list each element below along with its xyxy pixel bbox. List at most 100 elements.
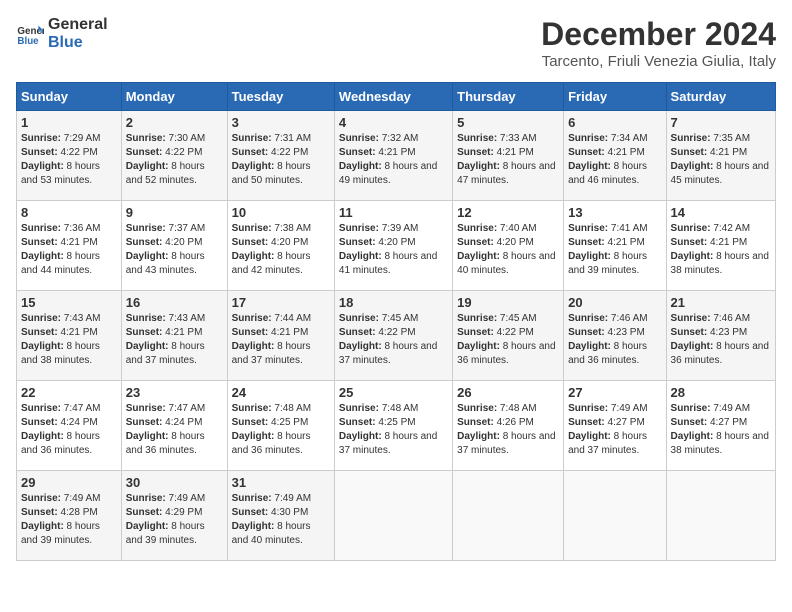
day-number: 27: [568, 385, 661, 400]
header-wednesday: Wednesday: [334, 83, 452, 111]
calendar-cell: [666, 471, 775, 561]
calendar-cell: 29 Sunrise: 7:49 AM Sunset: 4:28 PM Dayl…: [17, 471, 122, 561]
day-number: 3: [232, 115, 330, 130]
calendar-cell: 6 Sunrise: 7:34 AM Sunset: 4:21 PM Dayli…: [564, 111, 666, 201]
calendar-cell: 20 Sunrise: 7:46 AM Sunset: 4:23 PM Dayl…: [564, 291, 666, 381]
day-info: Sunrise: 7:30 AM Sunset: 4:22 PM Dayligh…: [126, 133, 205, 186]
day-number: 14: [671, 205, 771, 220]
calendar-cell: 18 Sunrise: 7:45 AM Sunset: 4:22 PM Dayl…: [334, 291, 452, 381]
day-info: Sunrise: 7:49 AM Sunset: 4:28 PM Dayligh…: [21, 493, 100, 546]
day-number: 31: [232, 475, 330, 490]
calendar-week-3: 15 Sunrise: 7:43 AM Sunset: 4:21 PM Dayl…: [17, 291, 776, 381]
day-number: 22: [21, 385, 117, 400]
calendar-cell: 10 Sunrise: 7:38 AM Sunset: 4:20 PM Dayl…: [227, 201, 334, 291]
day-info: Sunrise: 7:34 AM Sunset: 4:21 PM Dayligh…: [568, 133, 647, 186]
calendar-cell: 15 Sunrise: 7:43 AM Sunset: 4:21 PM Dayl…: [17, 291, 122, 381]
page-subtitle: Tarcento, Friuli Venezia Giulia, Italy: [541, 53, 776, 70]
calendar-cell: 2 Sunrise: 7:30 AM Sunset: 4:22 PM Dayli…: [121, 111, 227, 201]
logo-line2: Blue: [48, 34, 108, 52]
day-number: 8: [21, 205, 117, 220]
calendar-cell: [453, 471, 564, 561]
day-info: Sunrise: 7:40 AM Sunset: 4:20 PM Dayligh…: [457, 223, 555, 276]
day-info: Sunrise: 7:38 AM Sunset: 4:20 PM Dayligh…: [232, 223, 311, 276]
header-saturday: Saturday: [666, 83, 775, 111]
day-info: Sunrise: 7:39 AM Sunset: 4:20 PM Dayligh…: [339, 223, 437, 276]
day-info: Sunrise: 7:49 AM Sunset: 4:30 PM Dayligh…: [232, 493, 311, 546]
calendar-cell: 30 Sunrise: 7:49 AM Sunset: 4:29 PM Dayl…: [121, 471, 227, 561]
calendar-cell: 26 Sunrise: 7:48 AM Sunset: 4:26 PM Dayl…: [453, 381, 564, 471]
day-number: 15: [21, 295, 117, 310]
title-section: December 2024 Tarcento, Friuli Venezia G…: [541, 16, 776, 70]
day-info: Sunrise: 7:48 AM Sunset: 4:25 PM Dayligh…: [339, 403, 437, 456]
calendar-cell: 28 Sunrise: 7:49 AM Sunset: 4:27 PM Dayl…: [666, 381, 775, 471]
calendar-cell: 14 Sunrise: 7:42 AM Sunset: 4:21 PM Dayl…: [666, 201, 775, 291]
calendar-cell: 12 Sunrise: 7:40 AM Sunset: 4:20 PM Dayl…: [453, 201, 564, 291]
day-number: 12: [457, 205, 559, 220]
day-number: 7: [671, 115, 771, 130]
day-number: 5: [457, 115, 559, 130]
calendar-cell: 13 Sunrise: 7:41 AM Sunset: 4:21 PM Dayl…: [564, 201, 666, 291]
day-info: Sunrise: 7:36 AM Sunset: 4:21 PM Dayligh…: [21, 223, 100, 276]
logo-icon: General Blue: [16, 20, 44, 48]
calendar-cell: 31 Sunrise: 7:49 AM Sunset: 4:30 PM Dayl…: [227, 471, 334, 561]
day-info: Sunrise: 7:48 AM Sunset: 4:26 PM Dayligh…: [457, 403, 555, 456]
day-number: 1: [21, 115, 117, 130]
day-info: Sunrise: 7:49 AM Sunset: 4:27 PM Dayligh…: [568, 403, 647, 456]
calendar-cell: 1 Sunrise: 7:29 AM Sunset: 4:22 PM Dayli…: [17, 111, 122, 201]
page-header: General Blue General Blue December 2024 …: [16, 16, 776, 70]
day-info: Sunrise: 7:37 AM Sunset: 4:20 PM Dayligh…: [126, 223, 205, 276]
calendar-week-5: 29 Sunrise: 7:49 AM Sunset: 4:28 PM Dayl…: [17, 471, 776, 561]
day-info: Sunrise: 7:31 AM Sunset: 4:22 PM Dayligh…: [232, 133, 311, 186]
day-number: 13: [568, 205, 661, 220]
day-number: 9: [126, 205, 223, 220]
day-number: 25: [339, 385, 448, 400]
day-info: Sunrise: 7:32 AM Sunset: 4:21 PM Dayligh…: [339, 133, 437, 186]
day-number: 29: [21, 475, 117, 490]
calendar-cell: 8 Sunrise: 7:36 AM Sunset: 4:21 PM Dayli…: [17, 201, 122, 291]
day-info: Sunrise: 7:43 AM Sunset: 4:21 PM Dayligh…: [21, 313, 100, 366]
header-tuesday: Tuesday: [227, 83, 334, 111]
calendar-cell: 25 Sunrise: 7:48 AM Sunset: 4:25 PM Dayl…: [334, 381, 452, 471]
calendar-cell: 3 Sunrise: 7:31 AM Sunset: 4:22 PM Dayli…: [227, 111, 334, 201]
logo-line1: General: [48, 16, 108, 34]
day-number: 4: [339, 115, 448, 130]
day-number: 23: [126, 385, 223, 400]
calendar-cell: 24 Sunrise: 7:48 AM Sunset: 4:25 PM Dayl…: [227, 381, 334, 471]
logo: General Blue General Blue: [16, 16, 108, 51]
page-title: December 2024: [541, 16, 776, 53]
day-number: 17: [232, 295, 330, 310]
header-monday: Monday: [121, 83, 227, 111]
calendar-cell: 23 Sunrise: 7:47 AM Sunset: 4:24 PM Dayl…: [121, 381, 227, 471]
day-number: 18: [339, 295, 448, 310]
day-number: 20: [568, 295, 661, 310]
day-info: Sunrise: 7:49 AM Sunset: 4:27 PM Dayligh…: [671, 403, 769, 456]
calendar-week-4: 22 Sunrise: 7:47 AM Sunset: 4:24 PM Dayl…: [17, 381, 776, 471]
calendar-week-1: 1 Sunrise: 7:29 AM Sunset: 4:22 PM Dayli…: [17, 111, 776, 201]
day-number: 26: [457, 385, 559, 400]
header-friday: Friday: [564, 83, 666, 111]
day-info: Sunrise: 7:43 AM Sunset: 4:21 PM Dayligh…: [126, 313, 205, 366]
day-number: 30: [126, 475, 223, 490]
calendar-cell: 22 Sunrise: 7:47 AM Sunset: 4:24 PM Dayl…: [17, 381, 122, 471]
day-info: Sunrise: 7:46 AM Sunset: 4:23 PM Dayligh…: [671, 313, 769, 366]
calendar-cell: 5 Sunrise: 7:33 AM Sunset: 4:21 PM Dayli…: [453, 111, 564, 201]
day-info: Sunrise: 7:35 AM Sunset: 4:21 PM Dayligh…: [671, 133, 769, 186]
header-thursday: Thursday: [453, 83, 564, 111]
svg-text:Blue: Blue: [17, 35, 39, 46]
day-info: Sunrise: 7:47 AM Sunset: 4:24 PM Dayligh…: [126, 403, 205, 456]
calendar-cell: 17 Sunrise: 7:44 AM Sunset: 4:21 PM Dayl…: [227, 291, 334, 381]
day-number: 21: [671, 295, 771, 310]
day-info: Sunrise: 7:48 AM Sunset: 4:25 PM Dayligh…: [232, 403, 311, 456]
day-info: Sunrise: 7:33 AM Sunset: 4:21 PM Dayligh…: [457, 133, 555, 186]
calendar-cell: 27 Sunrise: 7:49 AM Sunset: 4:27 PM Dayl…: [564, 381, 666, 471]
calendar-week-2: 8 Sunrise: 7:36 AM Sunset: 4:21 PM Dayli…: [17, 201, 776, 291]
calendar-cell: [334, 471, 452, 561]
day-number: 19: [457, 295, 559, 310]
calendar-cell: 7 Sunrise: 7:35 AM Sunset: 4:21 PM Dayli…: [666, 111, 775, 201]
day-info: Sunrise: 7:45 AM Sunset: 4:22 PM Dayligh…: [457, 313, 555, 366]
calendar-cell: 9 Sunrise: 7:37 AM Sunset: 4:20 PM Dayli…: [121, 201, 227, 291]
day-info: Sunrise: 7:44 AM Sunset: 4:21 PM Dayligh…: [232, 313, 311, 366]
day-info: Sunrise: 7:45 AM Sunset: 4:22 PM Dayligh…: [339, 313, 437, 366]
calendar-cell: [564, 471, 666, 561]
day-info: Sunrise: 7:46 AM Sunset: 4:23 PM Dayligh…: [568, 313, 647, 366]
